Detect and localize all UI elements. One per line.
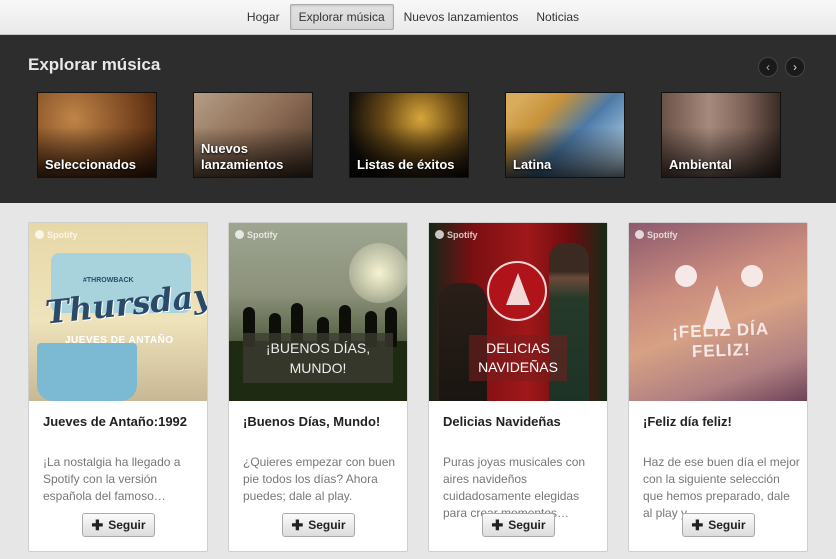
category-tile-seleccionados[interactable]: Seleccionados [37,92,157,178]
top-nav-bar: Hogar Explorar música Nuevos lanzamiento… [0,0,836,35]
playlist-card: Spotify ¡BUENOS DÍAS, MUNDO! ¡Buenos Día… [228,222,408,552]
plus-icon: ✚ [291,516,304,533]
cover-title-art: ¡BUENOS DÍAS, MUNDO! [243,333,393,383]
cover-sun-shape [349,243,407,303]
cover-christmas-badge [487,261,547,321]
follow-button[interactable]: ✚ Seguir [482,513,555,537]
cover-hashtag: #THROWBACK [83,277,134,284]
chevron-left-icon: ‹ [766,60,770,74]
playlist-card: Spotify ¡FELIZ DÍA FELIZ! ¡Feliz día fel… [628,222,808,552]
spotify-logo-icon: Spotify [435,230,478,240]
spotify-logo-icon: Spotify [235,230,278,240]
plus-icon: ✚ [691,516,704,533]
chevron-right-icon: › [793,60,797,74]
playlist-description: ¡La nostalgia ha llegado a Spotify con l… [43,455,181,503]
playlist-cover[interactable]: Spotify #THROWBACK Thursday JUEVES DE AN… [29,223,207,401]
follow-label: Seguir [308,518,346,532]
category-label: Seleccionados [45,157,137,172]
playlist-card: Spotify #THROWBACK Thursday JUEVES DE AN… [28,222,208,552]
playlist-title[interactable]: Delicias Navideñas [443,413,598,430]
explore-section: Explorar música ‹ › Seleccionados Nuevos… [0,35,836,203]
spotify-logo-icon: Spotify [35,230,78,240]
cover-title-art: ¡FELIZ DÍA FELIZ! [671,319,770,362]
playlist-cover[interactable]: Spotify ¡BUENOS DÍAS, MUNDO! [229,223,407,401]
tab-explorar-musica[interactable]: Explorar música [289,4,394,30]
spotify-logo-icon: Spotify [635,230,678,240]
category-tile-latina[interactable]: Latina [505,92,625,178]
tab-hogar[interactable]: Hogar [239,5,288,29]
carousel-prev-button[interactable]: ‹ [758,57,778,77]
playlist-card: Spotify DELICIAS NAVIDEÑAS Delicias Navi… [428,222,608,552]
cover-subtitle: JUEVES DE ANTAÑO [65,335,174,346]
category-label: Latina [513,157,552,172]
follow-button[interactable]: ✚ Seguir [682,513,755,537]
cover-mug-shape [37,343,137,401]
tab-noticias[interactable]: Noticias [528,5,587,29]
category-tile-ambiental[interactable]: Ambiental [661,92,781,178]
playlist-title[interactable]: ¡Feliz día feliz! [643,413,798,430]
playlist-description: ¿Quieres empezar con buen pie todos los … [243,455,396,503]
plus-icon: ✚ [491,516,504,533]
playlist-title[interactable]: Jueves de Antaño:1992 [43,413,198,430]
tab-nuevos-lanzamientos[interactable]: Nuevos lanzamientos [396,5,527,29]
category-tile-nuevos-lanzamientos[interactable]: Nuevos lanzamientos [193,92,313,178]
cover-title-art: DELICIAS NAVIDEÑAS [469,335,567,381]
follow-button[interactable]: ✚ Seguir [282,513,355,537]
playlist-cover[interactable]: Spotify DELICIAS NAVIDEÑAS [429,223,607,401]
follow-label: Seguir [708,518,746,532]
playlist-description: Puras joyas musicales con aires navideño… [443,455,586,520]
category-label: Nuevos lanzamientos [201,141,284,172]
playlist-description: Haz de ese buen día el mejor con la sigu… [643,455,800,520]
section-title: Explorar música [28,55,161,74]
playlist-title[interactable]: ¡Buenos Días, Mundo! [243,413,398,430]
carousel-next-button[interactable]: › [785,57,805,77]
nav-tabs: Hogar Explorar música Nuevos lanzamiento… [238,4,588,30]
category-label: Ambiental [669,157,732,172]
cover-eye-shape [741,265,763,287]
playlist-cover[interactable]: Spotify ¡FELIZ DÍA FELIZ! [629,223,807,401]
follow-label: Seguir [508,518,546,532]
follow-label: Seguir [108,518,146,532]
category-label: Listas de éxitos [357,157,455,172]
cover-eye-shape [675,265,697,287]
category-tile-listas-de-exitos[interactable]: Listas de éxitos [349,92,469,178]
follow-button[interactable]: ✚ Seguir [82,513,155,537]
plus-icon: ✚ [91,516,104,533]
